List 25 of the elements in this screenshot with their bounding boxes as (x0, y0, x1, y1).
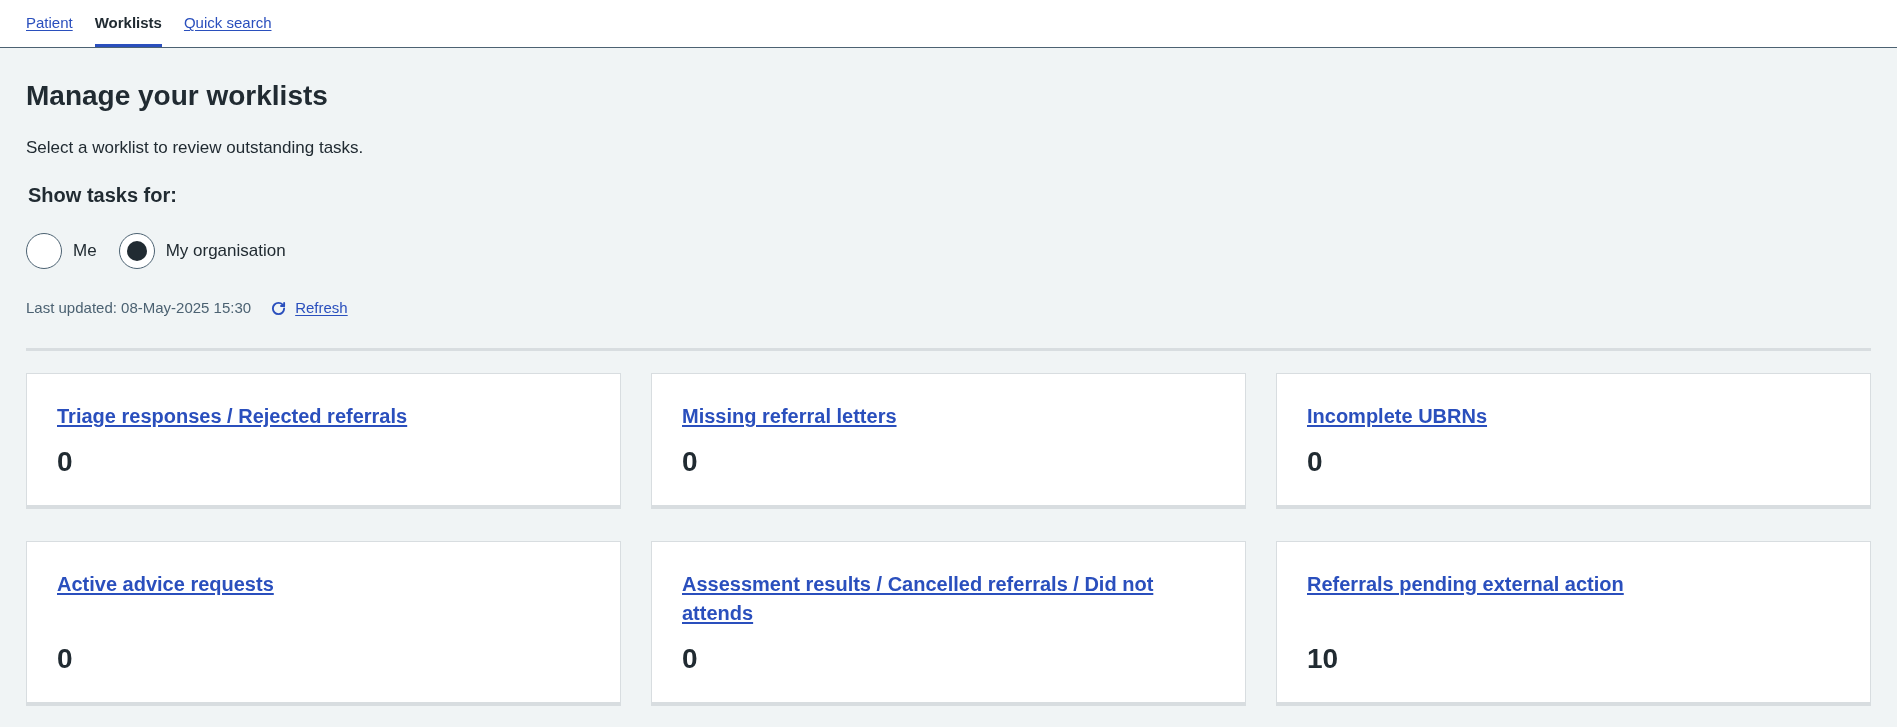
refresh-icon[interactable] (271, 300, 287, 316)
radio-button[interactable] (118, 233, 155, 269)
nav-tab[interactable]: Quick search (183, 0, 272, 47)
radio-button[interactable] (26, 233, 62, 269)
task-count: 0 (682, 445, 698, 478)
worklist-link[interactable]: Assessment results / Cancelled referrals / Did not attends (682, 570, 1215, 628)
filter-legend: Show tasks for: (28, 181, 1871, 209)
last-updated-text: Last updated: 08-May-2025 15:30 (26, 297, 252, 318)
intro-text: Select a worklist to review outstanding tasks. (26, 137, 365, 159)
radio-label[interactable]: Me (73, 238, 97, 264)
worklist-link[interactable]: Missing referral letters (682, 402, 897, 431)
task-count: 0 (682, 642, 698, 675)
task-count: 0 (57, 642, 73, 675)
task-count: 0 (1307, 445, 1323, 478)
task-count: 0 (57, 445, 73, 478)
worklist-link[interactable]: Active advice requests (57, 570, 274, 599)
radio-label[interactable]: My organisation (165, 238, 286, 264)
nav-tab[interactable]: Worklists (94, 0, 162, 47)
task-count: 10 (1307, 642, 1339, 675)
page-title: Manage your worklists (26, 79, 329, 113)
nav-tab[interactable]: Patient (26, 0, 73, 47)
worklist-link[interactable]: Triage responses / Rejected referrals (57, 402, 408, 431)
worklist-link[interactable]: Incomplete UBRNs (1307, 402, 1488, 431)
worklist-link[interactable]: Referrals pending external action (1307, 570, 1624, 599)
refresh-link[interactable]: Refresh (295, 296, 348, 320)
